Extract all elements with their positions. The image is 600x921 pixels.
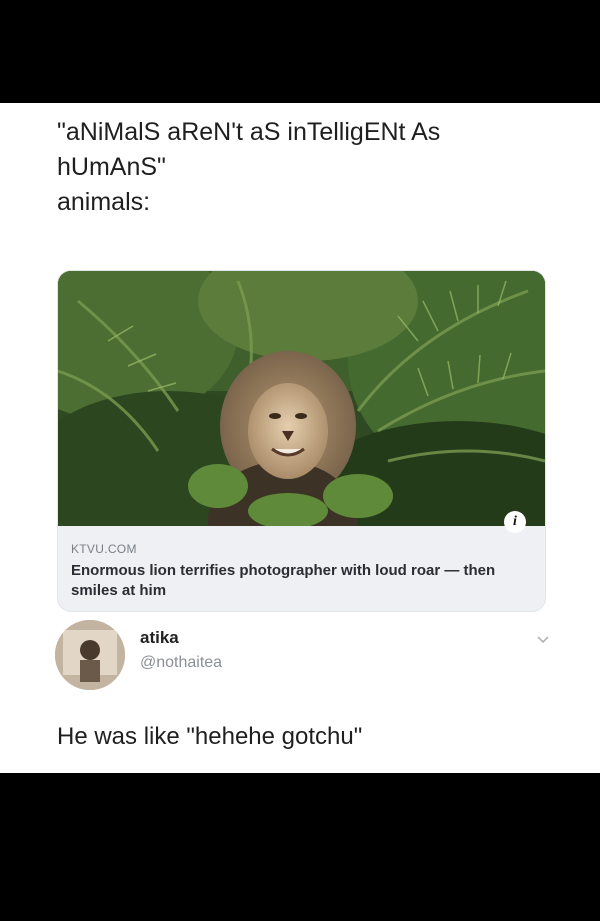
link-domain: KTVU.COM [71,542,137,556]
avatar[interactable] [55,620,125,690]
link-headline[interactable]: Enormous lion terrifies photographer wit… [71,561,536,601]
reply-header: atika @nothaitea [55,618,550,698]
lion-photo [58,271,545,526]
chevron-down-icon[interactable] [536,632,550,646]
meme-panel: "aNiMalS aReN't aS inTelligENt As hUmAnS… [0,103,600,773]
link-preview-card[interactable]: i KTVU.COM Enormous lion terrifies photo… [57,270,546,612]
caption-line-3: animals: [57,188,151,216]
caption-line-1: "aNiMalS aReN't aS inTelligENt As [57,118,441,146]
caption-line-2: hUmAnS" [57,153,166,181]
reply-text: He was like "hehehe gotchu" [57,723,363,750]
user-handle[interactable]: @nothaitea [140,654,222,672]
caption: "aNiMalS aReN't aS inTelligENt As hUmAnS… [57,115,557,220]
info-icon[interactable]: i [504,511,526,533]
link-meta: KTVU.COM Enormous lion terrifies photogr… [71,541,536,601]
user-name[interactable]: atika [140,628,179,648]
